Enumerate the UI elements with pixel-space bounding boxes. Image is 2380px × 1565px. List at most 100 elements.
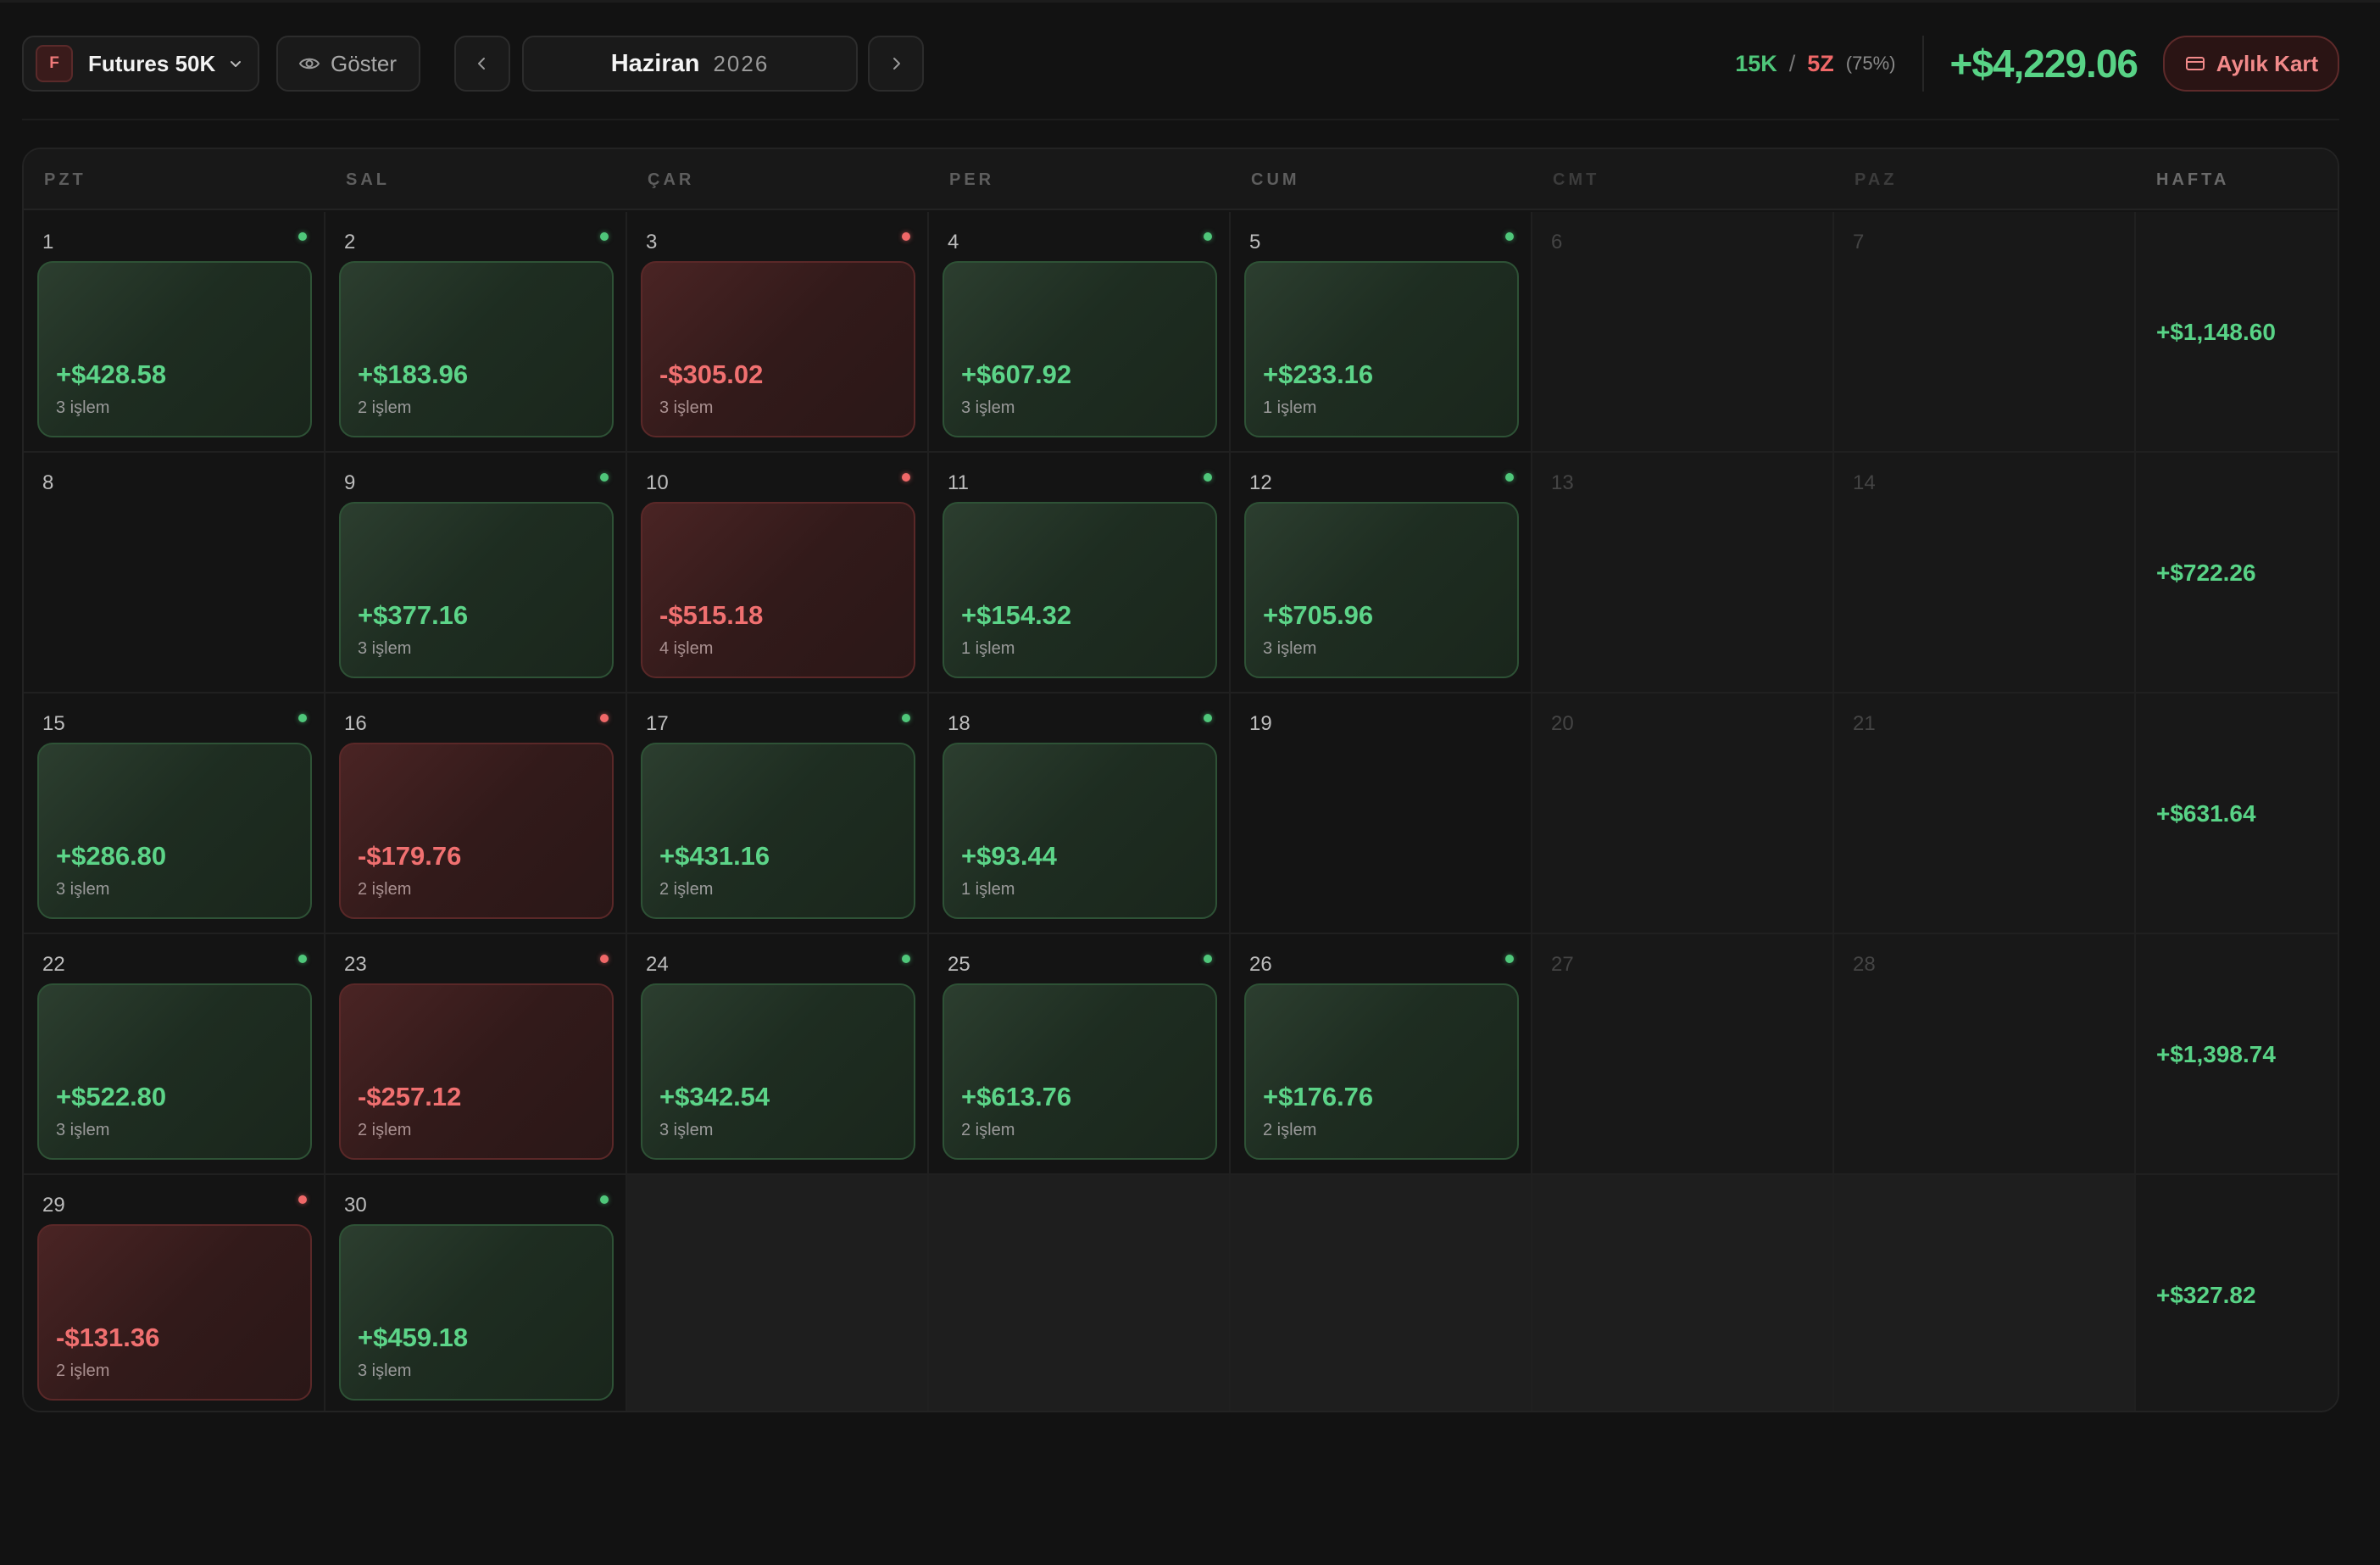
day-number: 25 <box>948 953 970 976</box>
day-number: 11 <box>948 471 969 494</box>
day-trade-count: 2 işlem <box>659 880 714 899</box>
day-cell[interactable]: 29 -$131.36 2 işlem <box>24 1175 325 1411</box>
day-cell[interactable]: 15 +$286.80 3 işlem <box>24 693 325 934</box>
loss-dot <box>902 473 910 482</box>
day-cell[interactable]: 25 +$613.76 2 işlem <box>929 934 1231 1175</box>
prev-month-button[interactable] <box>454 36 510 92</box>
day-cell[interactable]: 8 <box>24 453 325 693</box>
profit-dot <box>298 232 307 241</box>
week-header: HAFTA <box>2156 170 2230 189</box>
chevron-right-icon <box>893 58 900 70</box>
weekday-header: CUM <box>1251 170 1300 189</box>
day-cell[interactable]: 26 +$176.76 2 işlem <box>1231 934 1532 1175</box>
day-cell[interactable]: 13 <box>1532 453 1834 693</box>
day-cell[interactable]: 11 +$154.32 1 işlem <box>929 453 1231 693</box>
day-cell[interactable]: 21 <box>1834 693 2136 934</box>
day-pnl: +$176.76 <box>1263 1082 1374 1111</box>
day-trade-count: 1 işlem <box>1263 398 1317 417</box>
day-pnl-tile[interactable]: -$515.18 4 işlem <box>641 502 915 678</box>
top-border <box>0 0 2380 3</box>
week-summary-cell: +$327.82 <box>2136 1175 2338 1411</box>
day-pnl-tile[interactable]: +$176.76 2 işlem <box>1244 983 1519 1160</box>
day-pnl: -$305.02 <box>659 359 764 389</box>
day-cell[interactable]: 20 <box>1532 693 1834 934</box>
day-trade-count: 3 işlem <box>56 398 110 417</box>
day-trade-count: 3 işlem <box>56 880 110 899</box>
day-cell[interactable]: 2 +$183.96 2 işlem <box>325 212 627 453</box>
day-cell[interactable]: 30 +$459.18 3 işlem <box>325 1175 627 1411</box>
day-pnl-tile[interactable]: +$233.16 1 işlem <box>1244 261 1519 437</box>
day-cell[interactable]: 4 +$607.92 3 işlem <box>929 212 1231 453</box>
day-cell[interactable]: 1 +$428.58 3 işlem <box>24 212 325 453</box>
day-cell[interactable]: 10 -$515.18 4 işlem <box>627 453 929 693</box>
day-pnl: -$179.76 <box>358 841 462 871</box>
monthly-card-button[interactable]: Aylık Kart <box>2163 36 2339 92</box>
day-number: 8 <box>42 471 54 494</box>
day-pnl: +$705.96 <box>1263 600 1374 630</box>
weekday-header: CMT <box>1553 170 1600 189</box>
day-pnl-tile[interactable]: +$607.92 3 işlem <box>943 261 1217 437</box>
next-month-button[interactable] <box>868 36 924 92</box>
day-trade-count: 1 işlem <box>961 639 1015 658</box>
day-cell[interactable]: 5 +$233.16 1 işlem <box>1231 212 1532 453</box>
day-pnl-tile[interactable]: -$257.12 2 işlem <box>339 983 614 1160</box>
day-pnl-tile[interactable]: +$183.96 2 işlem <box>339 261 614 437</box>
day-trade-count: 1 işlem <box>961 880 1015 899</box>
day-pnl-tile[interactable]: +$459.18 3 işlem <box>339 1224 614 1401</box>
day-trade-count: 2 işlem <box>358 398 412 417</box>
day-cell[interactable]: 14 <box>1834 453 2136 693</box>
day-pnl-tile[interactable]: -$131.36 2 işlem <box>37 1224 312 1401</box>
day-pnl-tile[interactable]: -$305.02 3 işlem <box>641 261 915 437</box>
day-cell[interactable]: 19 <box>1231 693 1532 934</box>
day-cell[interactable]: 6 <box>1532 212 1834 453</box>
day-cell[interactable]: 18 +$93.44 1 işlem <box>929 693 1231 934</box>
month-stats: 15K / 5Z (75%) +$4,229.06 Aylık Kart <box>1735 36 2339 92</box>
day-pnl: +$428.58 <box>56 359 167 389</box>
day-number: 26 <box>1249 953 1272 976</box>
day-pnl: -$131.36 <box>56 1323 160 1352</box>
day-pnl-tile[interactable]: +$428.58 3 işlem <box>37 261 312 437</box>
day-number: 29 <box>42 1194 65 1217</box>
month-name: Haziran <box>610 49 700 77</box>
day-cell[interactable]: 23 -$257.12 2 işlem <box>325 934 627 1175</box>
day-cell[interactable]: 16 -$179.76 2 işlem <box>325 693 627 934</box>
profit-dot <box>902 714 910 722</box>
day-cell[interactable]: 28 <box>1834 934 2136 1175</box>
loss-dot <box>600 955 609 963</box>
day-trade-count: 3 işlem <box>1263 639 1317 658</box>
week-summary-cell: +$1,148.60 <box>2136 212 2338 453</box>
day-pnl-tile[interactable]: +$342.54 3 işlem <box>641 983 915 1160</box>
day-cell[interactable]: 17 +$431.16 2 işlem <box>627 693 929 934</box>
day-pnl: -$515.18 <box>659 600 764 630</box>
stats-separator: / <box>1788 50 1796 76</box>
account-selector[interactable]: F Futures 50K <box>22 36 259 92</box>
day-pnl-tile[interactable]: +$522.80 3 işlem <box>37 983 312 1160</box>
profit-dot <box>1505 232 1514 241</box>
show-button[interactable]: Göster <box>276 36 420 92</box>
day-pnl-tile[interactable]: +$154.32 1 işlem <box>943 502 1217 678</box>
day-cell[interactable]: 9 +$377.16 3 işlem <box>325 453 627 693</box>
day-pnl-tile[interactable]: +$286.80 3 işlem <box>37 743 312 919</box>
day-cell[interactable]: 7 <box>1834 212 2136 453</box>
chevron-left-icon <box>478 58 485 70</box>
day-cell[interactable]: 12 +$705.96 3 işlem <box>1231 453 1532 693</box>
day-trade-count: 2 işlem <box>358 1121 412 1139</box>
day-pnl-tile[interactable]: -$179.76 2 işlem <box>339 743 614 919</box>
empty-day-cell <box>929 1175 1231 1411</box>
day-pnl-tile[interactable]: +$613.76 2 işlem <box>943 983 1217 1160</box>
month-display[interactable]: Haziran 2026 <box>522 36 858 92</box>
day-pnl-tile[interactable]: +$377.16 3 işlem <box>339 502 614 678</box>
day-number: 24 <box>646 953 669 976</box>
day-pnl-tile[interactable]: +$431.16 2 işlem <box>641 743 915 919</box>
account-badge: F <box>36 45 73 82</box>
day-pnl-tile[interactable]: +$93.44 1 işlem <box>943 743 1217 919</box>
day-pnl-tile[interactable]: +$705.96 3 işlem <box>1244 502 1519 678</box>
day-cell[interactable]: 3 -$305.02 3 işlem <box>627 212 929 453</box>
day-number: 3 <box>646 231 658 253</box>
day-cell[interactable]: 24 +$342.54 3 işlem <box>627 934 929 1175</box>
day-cell[interactable]: 27 <box>1532 934 1834 1175</box>
day-pnl: +$233.16 <box>1263 359 1374 389</box>
day-number: 7 <box>1853 231 1865 253</box>
day-cell[interactable]: 22 +$522.80 3 işlem <box>24 934 325 1175</box>
week-total-pnl: +$1,398.74 <box>2156 1041 2276 1067</box>
